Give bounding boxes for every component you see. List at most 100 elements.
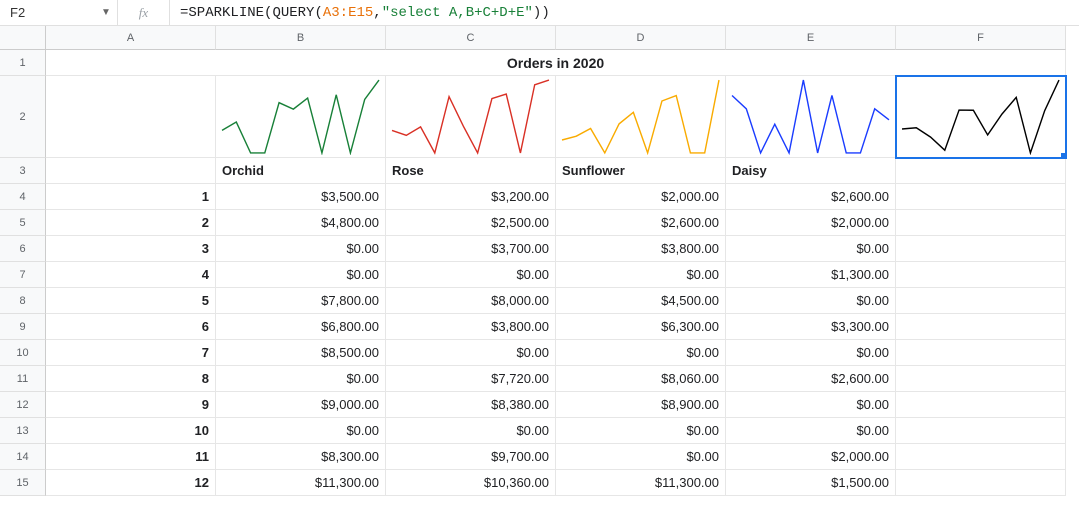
formula-input[interactable]: =SPARKLINE(QUERY(A3:E15,"select A,B+C+D+… xyxy=(170,5,1079,21)
table-cell[interactable]: $0.00 xyxy=(556,444,726,470)
table-cell[interactable]: $3,700.00 xyxy=(386,236,556,262)
cell-a2[interactable] xyxy=(46,76,216,158)
table-cell[interactable]: $0.00 xyxy=(556,418,726,444)
cell-a3[interactable] xyxy=(46,158,216,184)
cell-empty[interactable] xyxy=(896,366,1066,392)
table-cell[interactable]: $0.00 xyxy=(386,340,556,366)
table-cell[interactable]: $9,000.00 xyxy=(216,392,386,418)
table-cell[interactable]: $0.00 xyxy=(556,340,726,366)
header-orchid[interactable]: Orchid xyxy=(216,158,386,184)
index-6[interactable]: 6 xyxy=(46,314,216,340)
col-head-d[interactable]: D xyxy=(556,26,726,50)
table-cell[interactable]: $0.00 xyxy=(216,366,386,392)
row-head-7[interactable]: 7 xyxy=(0,262,46,288)
table-cell[interactable]: $6,800.00 xyxy=(216,314,386,340)
table-cell[interactable]: $0.00 xyxy=(216,262,386,288)
col-head-f[interactable]: F xyxy=(896,26,1066,50)
table-cell[interactable]: $7,720.00 xyxy=(386,366,556,392)
table-cell[interactable]: $8,380.00 xyxy=(386,392,556,418)
cell-empty[interactable] xyxy=(896,470,1066,496)
table-cell[interactable]: $0.00 xyxy=(726,236,896,262)
table-cell[interactable]: $0.00 xyxy=(726,288,896,314)
table-cell[interactable]: $11,300.00 xyxy=(216,470,386,496)
cell-empty[interactable] xyxy=(896,444,1066,470)
col-head-a[interactable]: A xyxy=(46,26,216,50)
table-cell[interactable]: $3,300.00 xyxy=(726,314,896,340)
cell-empty[interactable] xyxy=(896,288,1066,314)
row-head-1[interactable]: 1 xyxy=(0,50,46,76)
name-box[interactable]: F2 ▼ xyxy=(0,0,118,25)
table-cell[interactable]: $0.00 xyxy=(216,418,386,444)
cell-empty[interactable] xyxy=(896,262,1066,288)
row-head-13[interactable]: 13 xyxy=(0,418,46,444)
chevron-down-icon[interactable]: ▼ xyxy=(99,7,117,18)
header-sunflower[interactable]: Sunflower xyxy=(556,158,726,184)
table-cell[interactable]: $2,000.00 xyxy=(726,210,896,236)
cell-empty[interactable] xyxy=(896,314,1066,340)
cell-empty[interactable] xyxy=(896,236,1066,262)
row-head-2[interactable]: 2 xyxy=(0,76,46,158)
sparkline-rose[interactable] xyxy=(386,76,556,158)
cell-empty[interactable] xyxy=(896,210,1066,236)
index-8[interactable]: 8 xyxy=(46,366,216,392)
col-head-e[interactable]: E xyxy=(726,26,896,50)
cell-empty[interactable] xyxy=(896,392,1066,418)
table-cell[interactable]: $3,200.00 xyxy=(386,184,556,210)
row-head-15[interactable]: 15 xyxy=(0,470,46,496)
row-head-12[interactable]: 12 xyxy=(0,392,46,418)
table-cell[interactable]: $10,360.00 xyxy=(386,470,556,496)
table-cell[interactable]: $0.00 xyxy=(386,418,556,444)
index-11[interactable]: 11 xyxy=(46,444,216,470)
table-cell[interactable]: $2,600.00 xyxy=(726,184,896,210)
row-head-9[interactable]: 9 xyxy=(0,314,46,340)
table-cell[interactable]: $11,300.00 xyxy=(556,470,726,496)
table-cell[interactable]: $0.00 xyxy=(726,392,896,418)
table-cell[interactable]: $2,600.00 xyxy=(726,366,896,392)
spreadsheet-grid[interactable]: A B C D E F 1 Orders in 2020 2 3 Orchid … xyxy=(0,26,1079,496)
cell-empty[interactable] xyxy=(896,418,1066,444)
index-12[interactable]: 12 xyxy=(46,470,216,496)
header-rose[interactable]: Rose xyxy=(386,158,556,184)
table-cell[interactable]: $8,000.00 xyxy=(386,288,556,314)
sparkline-total[interactable] xyxy=(896,76,1066,158)
cell-f3[interactable] xyxy=(896,158,1066,184)
cell-empty[interactable] xyxy=(896,184,1066,210)
select-all-corner[interactable] xyxy=(0,26,46,50)
row-head-3[interactable]: 3 xyxy=(0,158,46,184)
index-1[interactable]: 1 xyxy=(46,184,216,210)
table-cell[interactable]: $3,800.00 xyxy=(386,314,556,340)
table-cell[interactable]: $8,500.00 xyxy=(216,340,386,366)
table-cell[interactable]: $0.00 xyxy=(726,340,896,366)
table-cell[interactable]: $4,500.00 xyxy=(556,288,726,314)
index-5[interactable]: 5 xyxy=(46,288,216,314)
table-cell[interactable]: $2,600.00 xyxy=(556,210,726,236)
row-head-11[interactable]: 11 xyxy=(0,366,46,392)
table-cell[interactable]: $2,000.00 xyxy=(726,444,896,470)
index-2[interactable]: 2 xyxy=(46,210,216,236)
row-head-10[interactable]: 10 xyxy=(0,340,46,366)
col-head-c[interactable]: C xyxy=(386,26,556,50)
row-head-4[interactable]: 4 xyxy=(0,184,46,210)
table-cell[interactable]: $0.00 xyxy=(386,262,556,288)
col-head-b[interactable]: B xyxy=(216,26,386,50)
table-cell[interactable]: $2,500.00 xyxy=(386,210,556,236)
index-4[interactable]: 4 xyxy=(46,262,216,288)
table-cell[interactable]: $8,300.00 xyxy=(216,444,386,470)
header-daisy[interactable]: Daisy xyxy=(726,158,896,184)
table-cell[interactable]: $1,500.00 xyxy=(726,470,896,496)
table-cell[interactable]: $3,500.00 xyxy=(216,184,386,210)
index-10[interactable]: 10 xyxy=(46,418,216,444)
table-cell[interactable]: $8,900.00 xyxy=(556,392,726,418)
sparkline-sunflower[interactable] xyxy=(556,76,726,158)
table-cell[interactable]: $2,000.00 xyxy=(556,184,726,210)
table-cell[interactable]: $6,300.00 xyxy=(556,314,726,340)
table-cell[interactable]: $8,060.00 xyxy=(556,366,726,392)
table-cell[interactable]: $0.00 xyxy=(726,418,896,444)
table-cell[interactable]: $3,800.00 xyxy=(556,236,726,262)
table-cell[interactable]: $4,800.00 xyxy=(216,210,386,236)
table-cell[interactable]: $0.00 xyxy=(556,262,726,288)
title-cell[interactable]: Orders in 2020 xyxy=(46,50,1066,76)
index-9[interactable]: 9 xyxy=(46,392,216,418)
table-cell[interactable]: $9,700.00 xyxy=(386,444,556,470)
table-cell[interactable]: $1,300.00 xyxy=(726,262,896,288)
